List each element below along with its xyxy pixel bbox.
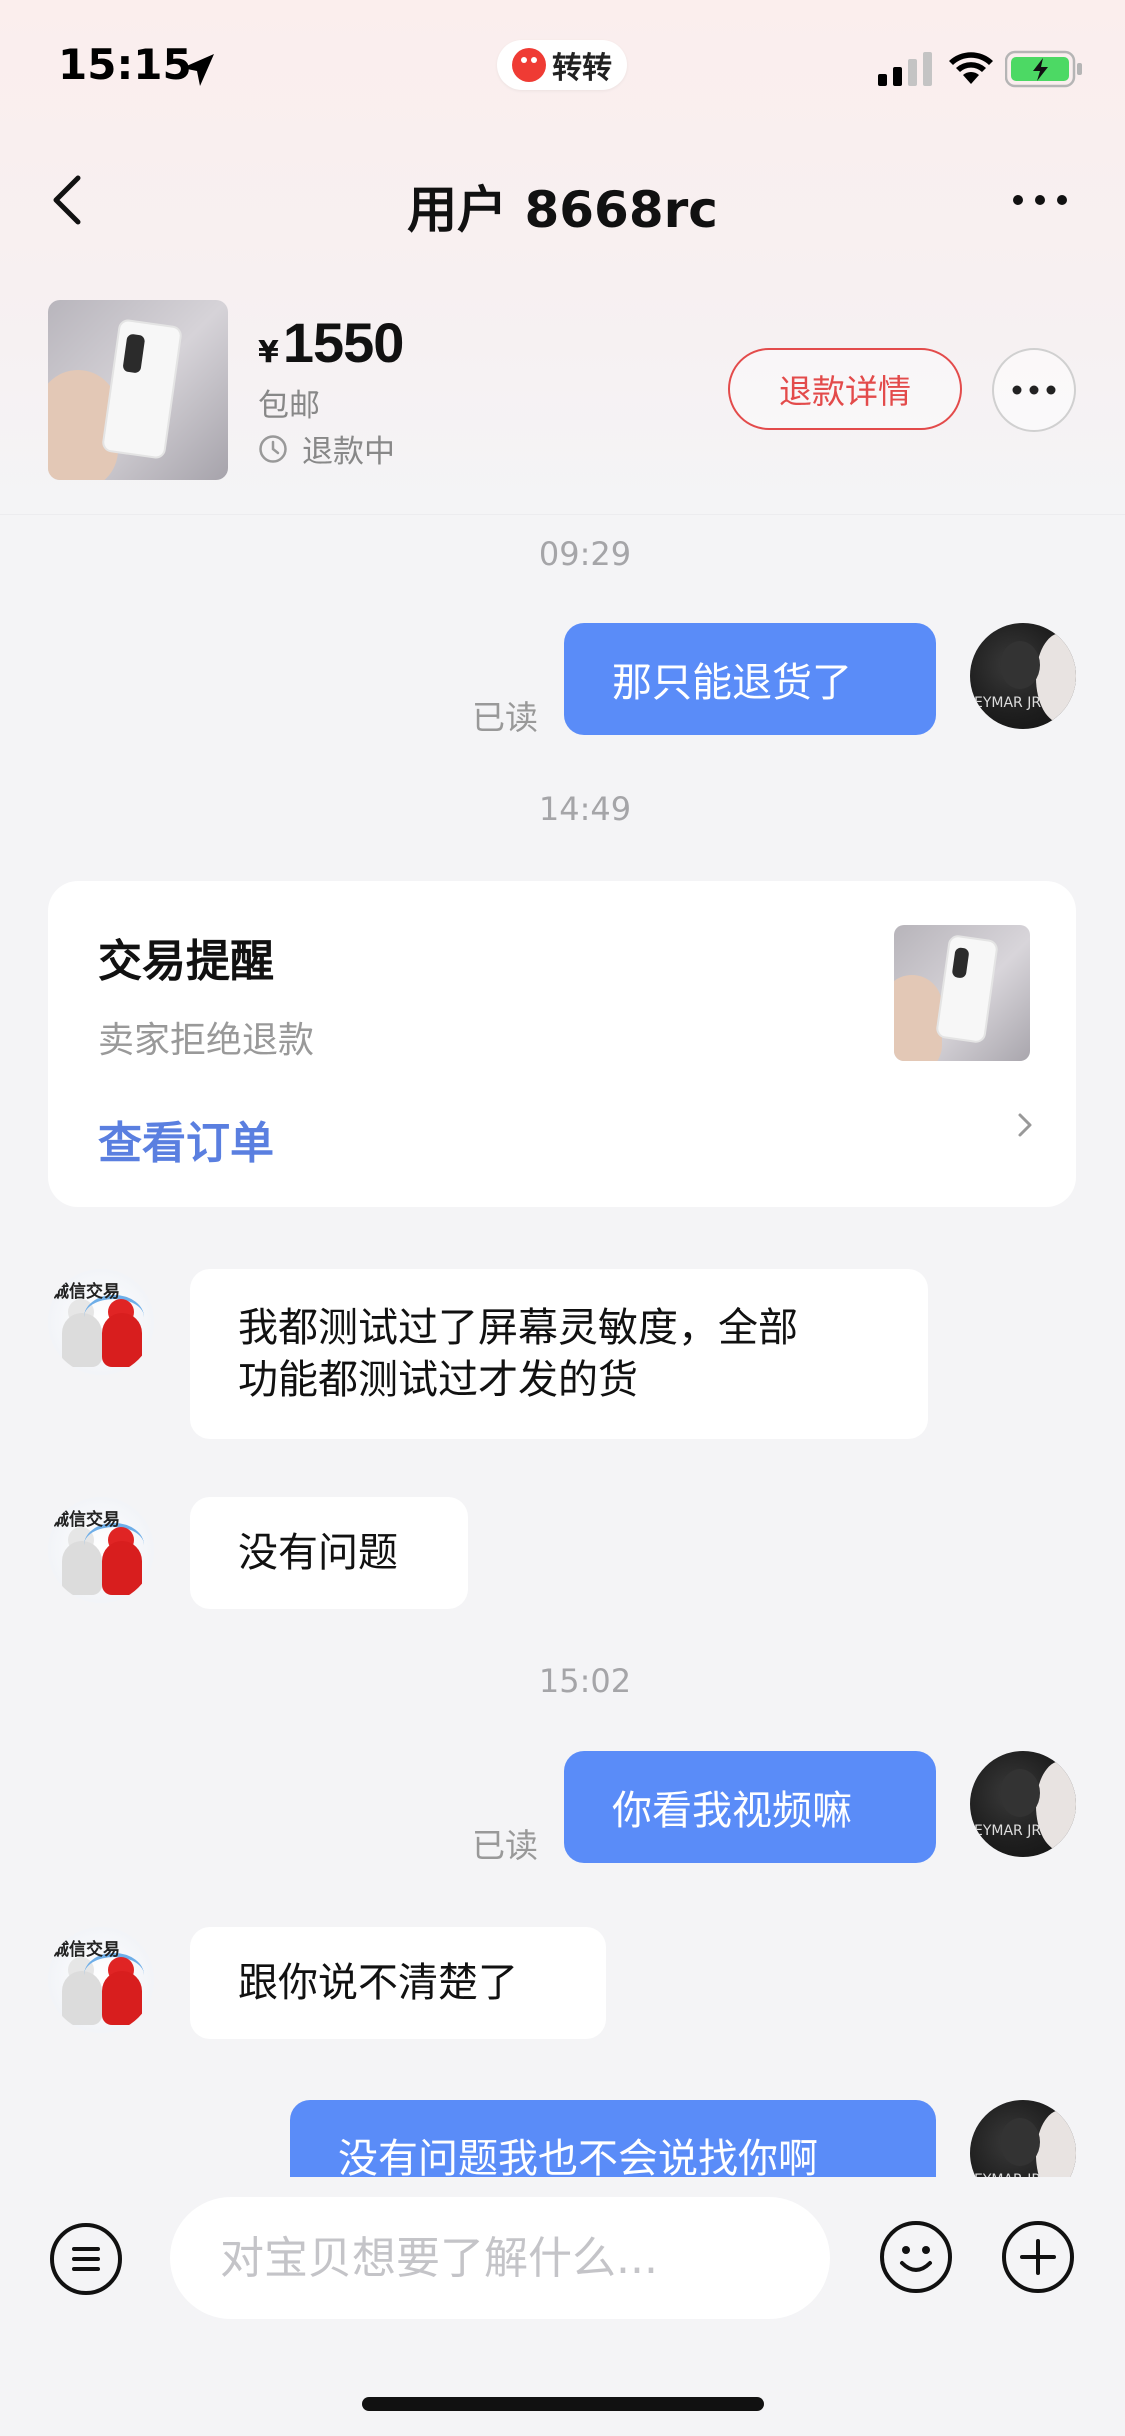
avatar-other-text: 诚信交易: [52, 1510, 120, 1530]
add-icon[interactable]: [1000, 2219, 1076, 2295]
phone-camera-shape: [122, 333, 146, 374]
avatar-self[interactable]: EYMAR JR: [970, 2100, 1076, 2177]
phone-shape: [935, 934, 999, 1044]
status-bar: 15:15 转转: [0, 0, 1125, 135]
refund-status: 退款中: [258, 426, 395, 471]
card-product-thumbnail: [894, 925, 1030, 1061]
emoji-icon[interactable]: [878, 2219, 954, 2295]
chevron-right-icon: [1018, 1113, 1032, 1137]
avatar-other[interactable]: 诚信交易: [48, 1497, 154, 1603]
avatar-other[interactable]: 诚信交易: [48, 1927, 154, 2033]
status-time: 15:15: [58, 40, 192, 89]
message-bubble-received[interactable]: 跟你说不清楚了: [190, 1927, 606, 2039]
home-indicator[interactable]: [362, 2397, 764, 2411]
message-bubble-sent[interactable]: 那只能退货了: [564, 623, 936, 735]
message-bubble-received[interactable]: 没有问题: [190, 1497, 468, 1609]
message-input[interactable]: [170, 2197, 830, 2319]
message-text-line: 功能都测试过才发的货: [238, 1357, 638, 1403]
refund-status-text: 退款中: [302, 434, 395, 470]
read-receipt: 已读: [472, 1826, 538, 1865]
menu-list-icon[interactable]: [48, 2221, 124, 2297]
app-logo-icon: [512, 48, 546, 82]
message-bubble-sent[interactable]: 你看我视频嘛: [564, 1751, 936, 1863]
product-summary: ¥ 1550 包邮 退款中 退款详情: [0, 298, 1125, 488]
location-arrow-icon: [182, 54, 214, 86]
app-name: 转转: [552, 51, 612, 86]
phone-shape: [100, 318, 184, 460]
message-bubble-received[interactable]: 我都测试过了屏幕灵敏度，全部 功能都测试过才发的货: [190, 1269, 928, 1439]
clock-icon: [259, 434, 287, 463]
page-title: 用户 8668rc: [407, 181, 718, 239]
timestamp: 09:29: [538, 535, 632, 573]
read-receipt: 已读: [472, 698, 538, 737]
more-options-icon: [1012, 385, 1056, 395]
avatar-other-text: 诚信交易: [52, 1282, 120, 1302]
price-currency: ¥: [258, 335, 279, 370]
price-value: 1550: [282, 311, 405, 374]
avatar-self[interactable]: EYMAR JR: [970, 1751, 1076, 1857]
hand-shape: [894, 975, 942, 1061]
refund-details-button[interactable]: 退款详情: [728, 348, 962, 430]
chat-messages[interactable]: 09:29 已读 那只能退货了 EYMAR JR 14:49 交易提醒 卖家拒绝…: [0, 515, 1125, 2177]
card-subtitle: 卖家拒绝退款: [98, 1020, 315, 1061]
cellular-signal-icon: [878, 52, 932, 86]
app-indicator-pill[interactable]: 转转: [497, 40, 627, 90]
timestamp: 14:49: [538, 790, 632, 828]
wifi-icon: [949, 52, 993, 84]
message-bubble-sent[interactable]: 没有问题我也不会说找你啊: [290, 2100, 936, 2177]
avatar-other[interactable]: 诚信交易: [48, 1269, 154, 1375]
message-text-line: 我都测试过了屏幕灵敏度，全部: [238, 1305, 798, 1351]
timestamp: 15:02: [538, 1662, 632, 1700]
card-title: 交易提醒: [98, 936, 274, 987]
view-order-link[interactable]: 查看订单: [98, 1107, 274, 1171]
transaction-reminder-card[interactable]: 交易提醒 卖家拒绝退款 查看订单: [48, 881, 1076, 1207]
avatar-self-text: EYMAR JR: [974, 1823, 1042, 1839]
input-bar: [0, 2177, 1125, 2436]
navigation-bar: 用户 8668rc: [0, 150, 1125, 250]
price-row: ¥ 1550: [258, 310, 405, 375]
shipping-label: 包邮: [258, 388, 320, 424]
product-more-button[interactable]: [992, 348, 1076, 432]
avatar-self-text: EYMAR JR: [974, 695, 1042, 711]
battery-icon: [1005, 50, 1082, 88]
avatar-other-text: 诚信交易: [52, 1940, 120, 1960]
avatar-self[interactable]: EYMAR JR: [970, 623, 1076, 729]
product-thumbnail[interactable]: [48, 300, 228, 480]
more-options-icon[interactable]: [1010, 190, 1070, 210]
phone-camera-shape: [951, 947, 970, 979]
